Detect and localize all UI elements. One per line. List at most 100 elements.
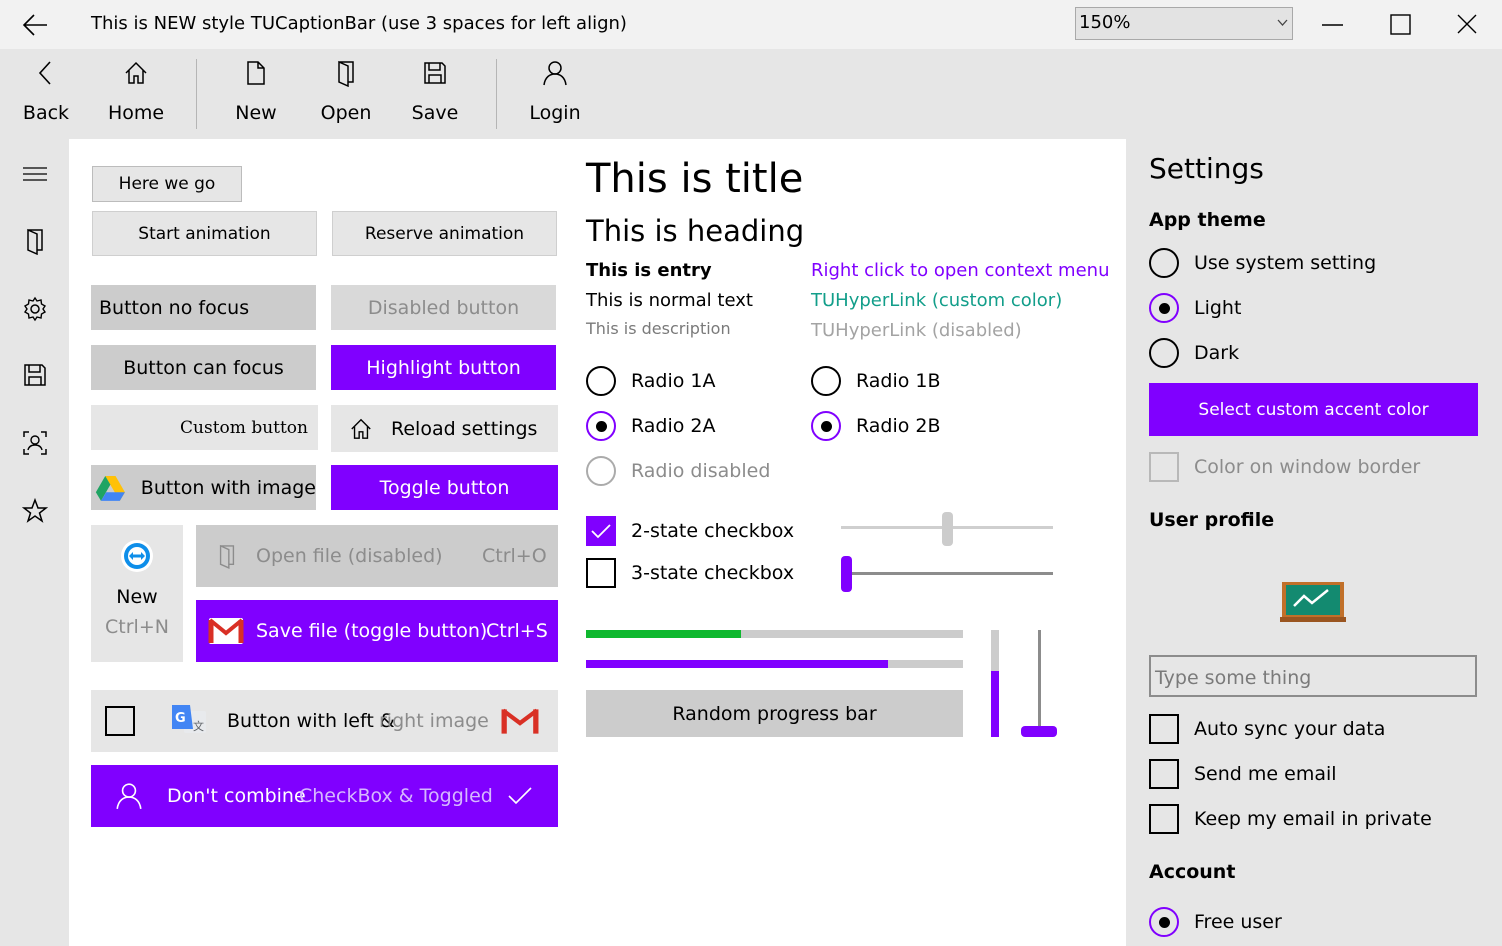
left-right-image-button[interactable]: G文 Button with left & right image	[91, 690, 558, 752]
keep-private-checkbox[interactable]	[1149, 804, 1179, 834]
normal-text: This is normal text	[586, 290, 753, 311]
dont-combine-label-muted: CheckBox & Toggled	[299, 785, 493, 807]
auto-sync-checkbox[interactable]	[1149, 714, 1179, 744]
reload-settings-button[interactable]: Reload settings	[331, 405, 558, 452]
here-we-go-button[interactable]: Here we go	[92, 166, 242, 202]
settings-title: Settings	[1149, 152, 1264, 185]
reserve-animation-button[interactable]: Reserve animation	[332, 211, 557, 256]
radio-2a[interactable]	[586, 411, 616, 441]
chevron-left-icon	[38, 61, 51, 85]
progress-fill	[586, 630, 741, 638]
toggle-button[interactable]: Toggle button	[331, 465, 558, 510]
open-folder-icon	[338, 60, 354, 87]
dont-combine-button[interactable]: Don't combine CheckBox & Toggled	[91, 765, 558, 827]
home-icon	[125, 61, 147, 84]
two-state-checkbox[interactable]	[586, 516, 616, 546]
home-icon	[351, 418, 371, 439]
color-border-label: Color on window border	[1194, 456, 1421, 478]
title-bar: This is NEW style TUCaptionBar (use 3 sp…	[0, 0, 1502, 49]
custom-button[interactable]: Custom button	[91, 405, 318, 450]
context-menu-link[interactable]: Right click to open context menu	[811, 260, 1110, 281]
new-large-button[interactable]: New Ctrl+N	[91, 525, 183, 662]
random-progress-button[interactable]: Random progress bar	[586, 690, 963, 737]
toolbar-open-label: Open	[320, 102, 372, 124]
back-arrow-icon[interactable]	[22, 13, 48, 37]
radio-disabled	[586, 456, 616, 486]
open-icon	[219, 544, 235, 569]
button-with-image[interactable]: Button with image	[91, 465, 316, 510]
toolbar-back-label: Back	[22, 102, 70, 124]
toolbar: Back Home New Open Save Login	[0, 49, 1502, 139]
radio-2b[interactable]	[811, 411, 841, 441]
slider-top[interactable]	[841, 512, 1053, 546]
auto-sync-label: Auto sync your data	[1194, 718, 1386, 740]
disabled-button: Disabled button	[331, 285, 556, 330]
send-email-label: Send me email	[1194, 763, 1337, 785]
progress-bar-green	[586, 630, 963, 638]
left-right-label-main: Button with left &	[227, 710, 395, 732]
toolbar-home-button[interactable]: Home	[100, 59, 172, 135]
slider-thumb[interactable]	[1021, 726, 1057, 737]
button-with-image-label: Button with image	[140, 476, 316, 499]
radio-1b[interactable]	[811, 366, 841, 396]
chevron-down-icon	[1277, 19, 1288, 27]
save-file-toggle-button[interactable]: Save file (toggle button) Ctrl+S	[196, 600, 558, 662]
toolbar-back-button[interactable]: Back	[18, 59, 74, 135]
open-file-label: Open file (disabled)	[256, 545, 443, 567]
minimize-button[interactable]	[1300, 0, 1366, 49]
toolbar-open-button[interactable]: Open	[314, 59, 378, 135]
send-email-checkbox[interactable]	[1149, 759, 1179, 789]
gmail-icon	[501, 708, 539, 734]
svg-text:G: G	[175, 711, 186, 726]
maximize-button[interactable]	[1366, 0, 1433, 49]
theme-dark-radio[interactable]	[1149, 338, 1179, 368]
toolbar-new-button[interactable]: New	[226, 59, 286, 135]
radio-1b-label: Radio 1B	[856, 370, 941, 392]
highlight-button[interactable]: Highlight button	[331, 345, 556, 390]
slider-track	[1038, 630, 1041, 730]
toolbar-login-button[interactable]: Login	[522, 59, 588, 135]
zoom-value: 150%	[1079, 12, 1131, 33]
three-state-checkbox[interactable]	[586, 558, 616, 588]
slider-bottom[interactable]	[841, 556, 1053, 592]
toolbar-new-label: New	[235, 102, 277, 124]
save-file-label: Save file (toggle button)	[256, 620, 488, 642]
toolbar-login-label: Login	[529, 102, 581, 124]
window-title: This is NEW style TUCaptionBar (use 3 sp…	[91, 13, 627, 34]
left-checkbox[interactable]	[105, 706, 135, 736]
save-icon[interactable]	[22, 362, 48, 388]
theme-system-radio[interactable]	[1149, 248, 1179, 278]
progress-fill	[991, 670, 999, 737]
open-icon[interactable]	[23, 227, 47, 255]
dont-combine-label-main: Don't combine	[167, 785, 306, 807]
custom-color-link[interactable]: TUHyperLink (custom color)	[811, 290, 1062, 311]
sidebar	[0, 139, 69, 946]
contact-frame-icon[interactable]	[22, 430, 48, 456]
reload-settings-label: Reload settings	[391, 417, 538, 440]
progress-bar-vertical	[991, 630, 999, 737]
radio-1a[interactable]	[586, 366, 616, 396]
toolbar-save-button[interactable]: Save	[405, 59, 465, 135]
button-can-focus[interactable]: Button can focus	[91, 345, 316, 390]
user-icon	[543, 61, 567, 86]
slider-thumb[interactable]	[841, 556, 852, 592]
open-file-button: Open file (disabled) Ctrl+O	[196, 525, 558, 587]
radio-disabled-label: Radio disabled	[631, 460, 771, 482]
select-accent-color-button[interactable]: Select custom accent color	[1149, 383, 1478, 436]
gear-icon[interactable]	[22, 296, 48, 322]
profile-text-input[interactable]: Type some thing	[1149, 655, 1477, 697]
keep-private-label: Keep my email in private	[1194, 808, 1432, 830]
new-button-label: New	[116, 586, 158, 608]
close-button[interactable]	[1433, 0, 1502, 49]
theme-light-radio[interactable]	[1149, 293, 1179, 323]
hamburger-menu-icon[interactable]	[22, 166, 48, 182]
start-animation-button[interactable]: Start animation	[92, 211, 317, 256]
star-icon[interactable]	[22, 498, 48, 524]
button-no-focus[interactable]: Button no focus	[91, 285, 316, 330]
slider-thumb[interactable]	[942, 512, 953, 546]
zoom-select[interactable]: 150%	[1075, 7, 1293, 40]
progress-bar-purple	[586, 660, 963, 668]
entry-text: This is entry	[586, 260, 712, 281]
free-user-radio[interactable]	[1149, 907, 1179, 937]
slider-vertical[interactable]	[1021, 630, 1057, 738]
